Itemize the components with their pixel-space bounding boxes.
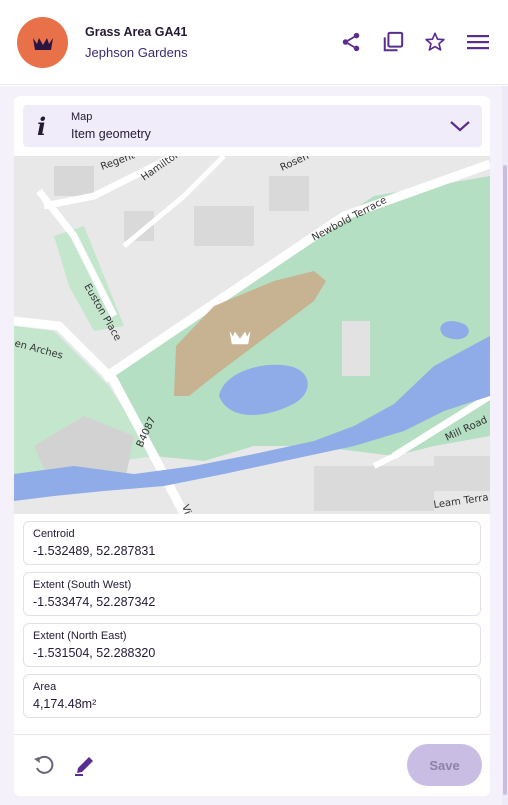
- centroid-field[interactable]: Centroid -1.532489, 52.287831: [23, 521, 481, 565]
- extent-ne-value: -1.531504, 52.288320: [33, 646, 156, 660]
- star-icon: [425, 32, 445, 51]
- save-button[interactable]: Save: [407, 744, 482, 786]
- pencil-icon: [75, 757, 93, 776]
- crown-icon: [32, 37, 53, 50]
- map-accordion[interactable]: i Map Item geometry: [23, 105, 482, 147]
- menu-button[interactable]: [466, 30, 490, 54]
- undo-icon: [34, 755, 54, 774]
- menu-icon: [467, 35, 489, 50]
- area-field[interactable]: Area 4,174.48m²: [23, 674, 481, 718]
- item-avatar: [17, 17, 68, 68]
- page-subtitle: Jephson Gardens: [85, 45, 188, 60]
- extent-ne-field[interactable]: Extent (North East) -1.531504, 52.288320: [23, 623, 481, 667]
- centroid-value: -1.532489, 52.287831: [33, 544, 156, 558]
- centroid-label: Centroid: [33, 528, 75, 540]
- map-canvas[interactable]: Regent Hamilton Rosen Newbold Terrace Eu…: [14, 156, 490, 514]
- extent-sw-label: Extent (South West): [33, 579, 132, 591]
- favourite-button[interactable]: [423, 30, 447, 54]
- accordion-label: Map: [71, 111, 93, 123]
- app-header: Grass Area GA41 Jephson Gardens: [0, 0, 508, 85]
- accordion-value: Item geometry: [71, 127, 151, 141]
- page-title: Grass Area GA41: [85, 25, 188, 39]
- share-button[interactable]: [339, 30, 363, 54]
- extent-sw-field[interactable]: Extent (South West) -1.533474, 52.287342: [23, 572, 481, 616]
- scrollbar-thumb[interactable]: [503, 165, 507, 795]
- area-label: Area: [33, 681, 57, 693]
- edit-button[interactable]: [72, 752, 98, 778]
- extent-ne-label: Extent (North East): [33, 630, 127, 642]
- info-icon: i: [37, 112, 47, 141]
- duplicate-icon: [383, 31, 404, 52]
- extent-sw-value: -1.533474, 52.287342: [33, 595, 156, 609]
- map-view[interactable]: Regent Hamilton Rosen Newbold Terrace Eu…: [14, 156, 490, 514]
- undo-button[interactable]: [31, 752, 57, 778]
- share-icon: [342, 32, 360, 52]
- duplicate-button[interactable]: [381, 30, 405, 54]
- footer-divider: [14, 734, 490, 735]
- area-value: 4,174.48m²: [33, 697, 97, 711]
- chevron-down-icon: [450, 121, 470, 132]
